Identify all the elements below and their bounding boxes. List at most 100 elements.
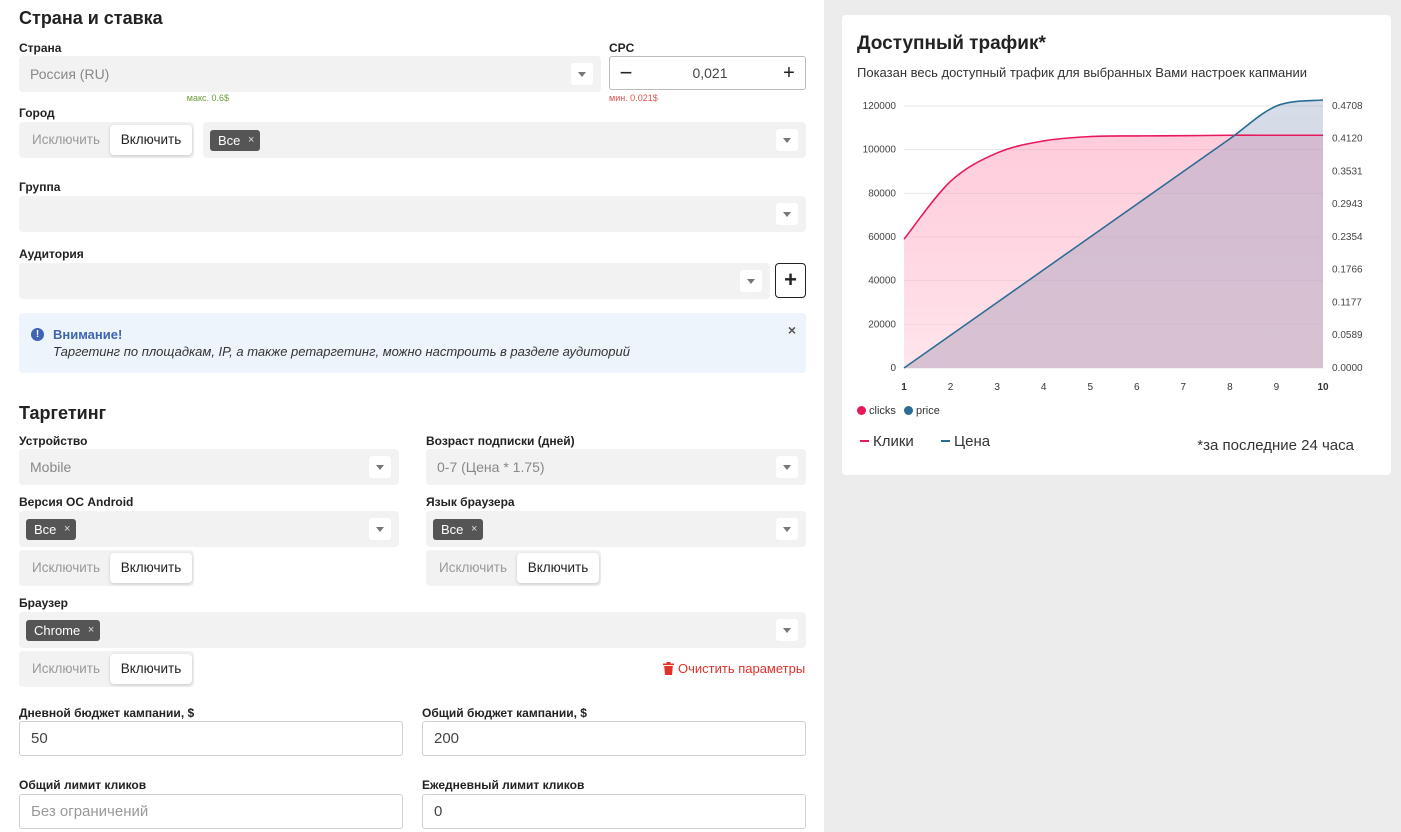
os-include-option[interactable]: Включить bbox=[110, 553, 192, 583]
chevron-down-icon[interactable] bbox=[776, 456, 798, 478]
daily-budget-input[interactable]: 50 bbox=[19, 721, 403, 756]
y-right-tick-label: 0.4120 bbox=[1332, 134, 1363, 145]
clear-params-label: Очистить параметры bbox=[678, 661, 806, 676]
city-mode-toggle[interactable]: Исключить Включить bbox=[19, 122, 194, 158]
section-title-targeting: Таргетинг bbox=[19, 403, 107, 423]
price-dot-icon bbox=[904, 406, 913, 415]
audience-select[interactable] bbox=[19, 263, 770, 299]
browser-exclude-option[interactable]: Исключить bbox=[32, 651, 100, 687]
age-label: Возраст подписки (дней) bbox=[426, 434, 575, 448]
click-limit-input[interactable]: Без ограничений bbox=[19, 794, 403, 829]
legend-price-label: price bbox=[916, 405, 940, 417]
city-select[interactable]: Все × bbox=[203, 122, 806, 158]
traffic-note: *за последние 24 часа bbox=[1197, 437, 1354, 454]
daily-budget-label: Дневной бюджет кампании, $ bbox=[19, 706, 195, 720]
x-tick-label: 2 bbox=[948, 382, 954, 393]
lang-select[interactable]: Все × bbox=[426, 511, 806, 547]
chart-legend-price[interactable]: price bbox=[904, 405, 940, 417]
remove-icon[interactable]: × bbox=[471, 519, 477, 540]
clicks-line-icon bbox=[860, 440, 869, 442]
total-budget-input[interactable]: 200 bbox=[422, 721, 806, 756]
x-tick-label: 9 bbox=[1274, 382, 1280, 393]
traffic-card: Доступный трафик* Показан весь доступный… bbox=[842, 15, 1391, 475]
device-select[interactable]: Mobile bbox=[19, 449, 399, 485]
minus-icon[interactable]: − bbox=[616, 57, 636, 89]
chevron-down-icon[interactable] bbox=[776, 203, 798, 225]
y-right-tick-label: 0.1766 bbox=[1332, 265, 1363, 276]
y-left-tick-label: 100000 bbox=[863, 145, 897, 156]
y-right-tick-label: 0.1177 bbox=[1332, 298, 1362, 309]
browser-chip-label: Chrome bbox=[34, 623, 81, 638]
x-tick-label: 5 bbox=[1087, 382, 1093, 393]
lang-include-option[interactable]: Включить bbox=[517, 553, 599, 583]
alert-text: Таргетинг по площадкам, IP, а также рета… bbox=[53, 344, 630, 359]
click-limit-label: Общий лимит кликов bbox=[19, 778, 147, 792]
country-label: Страна bbox=[19, 41, 62, 55]
browser-mode-toggle[interactable]: Исключить Включить bbox=[19, 651, 194, 687]
plus-icon[interactable]: + bbox=[779, 57, 799, 89]
lang-mode-toggle[interactable]: Исключить Включить bbox=[426, 550, 601, 586]
age-value: 0-7 (Цена * 1.75) bbox=[437, 459, 545, 475]
y-left-tick-label: 80000 bbox=[868, 188, 896, 199]
clicks-dot-icon bbox=[857, 406, 866, 415]
trash-icon bbox=[663, 662, 674, 675]
city-exclude-option[interactable]: Исключить bbox=[32, 122, 100, 158]
chevron-down-icon[interactable] bbox=[776, 518, 798, 540]
y-right-tick-label: 0.2354 bbox=[1332, 232, 1363, 243]
x-tick-label: 4 bbox=[1041, 382, 1047, 393]
os-chip[interactable]: Все × bbox=[26, 519, 77, 540]
close-icon[interactable]: × bbox=[788, 322, 796, 338]
lang-label: Язык браузера bbox=[426, 495, 515, 509]
city-include-option[interactable]: Включить bbox=[110, 125, 192, 155]
x-tick-label: 10 bbox=[1317, 382, 1329, 393]
add-audience-button[interactable]: + bbox=[775, 263, 806, 298]
y-right-tick-label: 0.0000 bbox=[1332, 363, 1363, 374]
os-exclude-option[interactable]: Исключить bbox=[32, 550, 100, 586]
info-icon: ! bbox=[31, 328, 44, 341]
clear-params-link[interactable]: Очистить параметры bbox=[663, 660, 805, 676]
city-label: Город bbox=[19, 106, 55, 120]
device-value: Mobile bbox=[30, 459, 72, 475]
traffic-subtitle: Показан весь доступный трафик для выбран… bbox=[857, 65, 1307, 80]
browser-select[interactable]: Chrome × bbox=[19, 612, 806, 648]
y-left-tick-label: 20000 bbox=[868, 319, 896, 330]
x-tick-label: 3 bbox=[994, 382, 1000, 393]
section-title-country: Страна и ставка bbox=[19, 8, 163, 28]
chevron-down-icon[interactable] bbox=[776, 129, 798, 151]
lang-exclude-option[interactable]: Исключить bbox=[439, 550, 507, 586]
os-select[interactable]: Все × bbox=[19, 511, 399, 547]
legend-price-text: Цена bbox=[954, 433, 991, 450]
daily-click-limit-input[interactable]: 0 bbox=[422, 794, 806, 829]
legend-clicks: Клики bbox=[860, 433, 914, 450]
city-chip[interactable]: Все × bbox=[210, 130, 261, 151]
chevron-down-icon[interactable] bbox=[776, 619, 798, 641]
browser-include-option[interactable]: Включить bbox=[110, 654, 192, 684]
cpc-stepper[interactable]: − 0,021 + bbox=[609, 56, 806, 90]
cpc-label: CPC bbox=[609, 41, 635, 55]
browser-chip[interactable]: Chrome × bbox=[26, 620, 101, 641]
y-right-tick-label: 0.3531 bbox=[1332, 167, 1363, 178]
remove-icon[interactable]: × bbox=[88, 620, 94, 641]
os-mode-toggle[interactable]: Исключить Включить bbox=[19, 550, 194, 586]
y-right-tick-label: 0.4708 bbox=[1332, 101, 1363, 112]
lang-chip[interactable]: Все × bbox=[433, 519, 484, 540]
x-tick-label: 6 bbox=[1134, 382, 1140, 393]
chevron-down-icon[interactable] bbox=[571, 63, 593, 85]
campaign-form: Страна и ставка Страна Россия (RU) CPC −… bbox=[0, 0, 824, 832]
chevron-down-icon[interactable] bbox=[740, 270, 762, 292]
cpc-value[interactable]: 0,021 bbox=[660, 57, 760, 89]
country-select[interactable]: Россия (RU) bbox=[19, 56, 601, 92]
y-left-tick-label: 40000 bbox=[868, 276, 896, 287]
remove-icon[interactable]: × bbox=[64, 519, 70, 540]
remove-icon[interactable]: × bbox=[248, 130, 254, 151]
legend-clicks-label: clicks bbox=[869, 405, 896, 417]
chevron-down-icon[interactable] bbox=[369, 456, 391, 478]
device-label: Устройство bbox=[19, 434, 88, 448]
age-select[interactable]: 0-7 (Цена * 1.75) bbox=[426, 449, 806, 485]
x-tick-label: 8 bbox=[1227, 382, 1233, 393]
y-left-tick-label: 60000 bbox=[868, 232, 896, 243]
city-chip-label: Все bbox=[218, 133, 241, 148]
chevron-down-icon[interactable] bbox=[369, 518, 391, 540]
group-select[interactable] bbox=[19, 196, 806, 232]
chart-legend-clicks[interactable]: clicks bbox=[857, 405, 896, 417]
